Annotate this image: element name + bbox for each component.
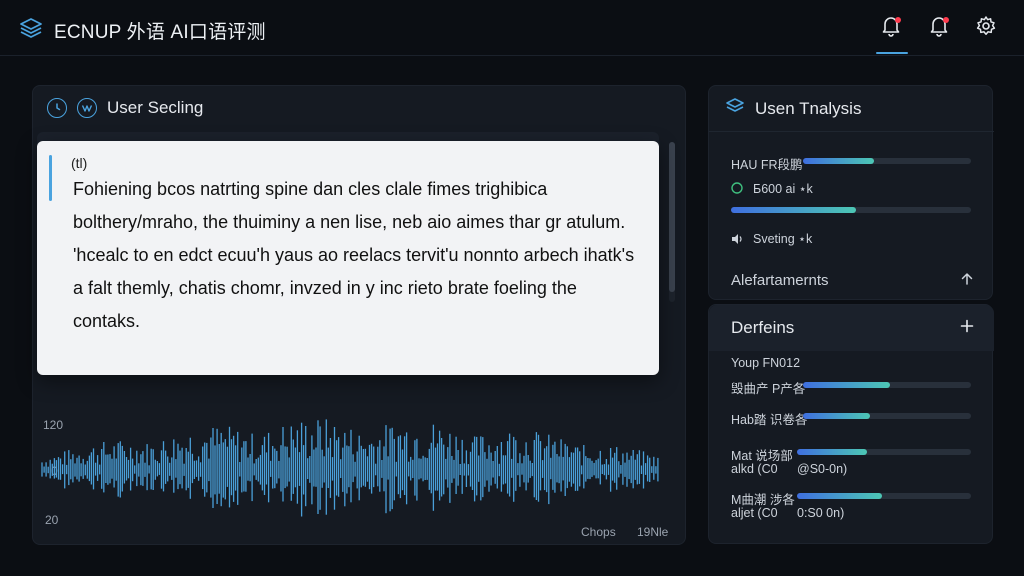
detail-row-time: 0:S0 0n) [797,506,845,520]
detail-bar [797,449,971,455]
notifications-button[interactable] [879,16,903,40]
timer-icon[interactable] [47,98,67,118]
detail-bar [797,493,971,499]
detail-row-time: @S0-0n) [797,462,848,476]
speech-panel-header: User Secling [47,98,203,118]
transcript-text: Fohiening bcos natrting spine dan cles c… [73,179,635,331]
settings-button[interactable] [974,15,998,42]
layers-icon [18,16,44,45]
transcript-tag: (tl) [71,155,88,171]
details-subtitle: Youp FN012 [731,356,801,370]
details-panel-header: Derfeins [709,305,994,351]
metric-bar-fill [731,207,856,213]
details-panel: Derfeins Youp FN012 毁曲产 P产各 Hab踏 识卷各 Mat… [708,304,994,544]
detail-bar-fill [797,493,883,499]
analysis-panel-header: Usen Tnalysis [709,86,994,132]
app-title: ECNUP 外语 AI口语评测 [54,22,266,43]
detail-row-label: 毁曲产 P产各 [731,382,806,396]
brand[interactable]: ECNUP 外语 AI口语评测 [18,16,266,45]
metric-label: Б600 ai ⋆k [753,182,813,196]
gear-icon [975,15,997,42]
detail-bar [803,413,971,419]
transcript-accent [49,155,52,201]
speaker-icon [731,232,745,250]
details-panel-title: Derfeins [731,318,795,337]
microphone-wave-icon[interactable] [77,98,97,118]
transcript-card[interactable]: (tl) Fohiening bcos natrting spine dan c… [37,141,659,375]
audio-waveform[interactable] [36,400,666,540]
scrollbar-thumb[interactable] [669,142,675,292]
analysis-panel: Usen Tnalysis HAU FR段鹏 Б600 ai ⋆k Svetin… [708,85,994,300]
alerts-button[interactable] [927,16,951,40]
layers-icon [725,97,745,120]
speech-panel-title: User Secling [107,98,204,117]
detail-row-label: Hab踏 识卷各 [731,413,808,427]
metric-bar-fill [803,158,874,164]
detail-bar-fill [803,382,891,388]
detail-bar [803,382,971,388]
metric-label: Sveting ⋆k [753,232,813,246]
plus-icon [960,319,974,338]
metric-label: HAU FR段鹏 [731,158,803,172]
active-tab-indicator [876,52,908,54]
section-label: Alefartamernts [731,272,829,289]
collapse-button[interactable] [957,271,977,291]
analysis-panel-title: Usen Tnalysis [755,98,862,118]
check-circle-icon [731,181,743,199]
add-detail-button[interactable] [957,318,977,338]
app-root: ECNUP 外语 AI口语评测 User Secling (tl) Fohien… [0,0,1024,576]
arrow-up-icon [960,272,974,291]
transcript-scrollbar[interactable] [669,142,675,302]
detail-bar-fill [797,449,867,455]
top-header: ECNUP 外语 AI口语评测 [0,0,1024,56]
detail-row-sub: aljet (C0 [731,506,778,520]
metric-bar [803,158,971,164]
notification-badge [895,17,901,23]
metric-bar [731,207,971,213]
alert-badge [943,17,949,23]
detail-row-sub: alkd (C0 [731,462,778,476]
detail-bar-fill [803,413,871,419]
